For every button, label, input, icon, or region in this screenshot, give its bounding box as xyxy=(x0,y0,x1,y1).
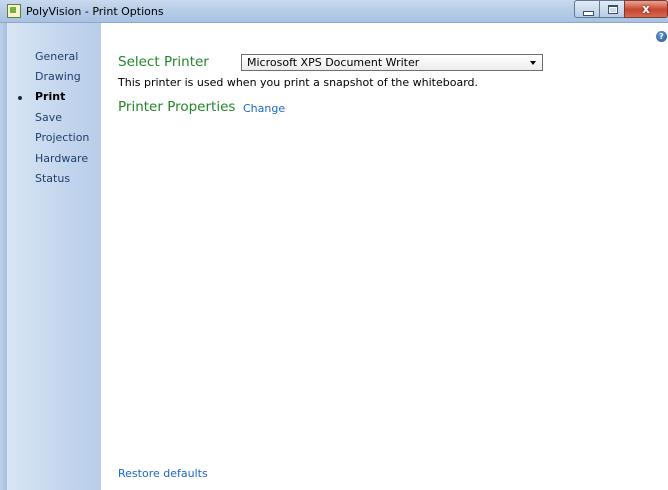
sidebar-item-print[interactable]: Print xyxy=(35,90,65,103)
maximize-button[interactable] xyxy=(599,0,625,18)
sidebar-item-projection[interactable]: Projection xyxy=(35,131,89,144)
window-frame-left xyxy=(0,23,7,490)
printer-description: This printer is used when you print a sn… xyxy=(118,76,479,89)
active-bullet-icon xyxy=(18,96,22,100)
select-printer-heading: Select Printer xyxy=(118,54,209,70)
minimize-button[interactable] xyxy=(574,0,600,18)
printer-select[interactable]: Microsoft XPS Document Writer xyxy=(241,54,543,71)
main-content: ? Select Printer Microsoft XPS Document … xyxy=(101,23,668,490)
sidebar-item-status[interactable]: Status xyxy=(35,172,70,185)
sidebar: General Drawing Print Save Projection Ha… xyxy=(7,23,101,490)
sidebar-item-save[interactable]: Save xyxy=(35,111,62,124)
dropdown-arrow-icon xyxy=(530,61,536,65)
help-icon[interactable]: ? xyxy=(656,31,667,42)
sidebar-item-drawing[interactable]: Drawing xyxy=(35,70,81,83)
printer-select-value: Microsoft XPS Document Writer xyxy=(247,56,420,69)
app-icon xyxy=(7,4,21,18)
sidebar-item-general[interactable]: General xyxy=(35,50,78,63)
close-icon: x xyxy=(642,2,650,16)
window-controls: x xyxy=(574,0,668,19)
title-bar: PolyVision - Print Options x xyxy=(0,0,668,23)
sidebar-item-hardware[interactable]: Hardware xyxy=(35,152,88,165)
window-title: PolyVision - Print Options xyxy=(26,5,164,18)
printer-properties-heading: Printer Properties xyxy=(118,99,236,115)
close-button[interactable]: x xyxy=(624,0,668,18)
change-link[interactable]: Change xyxy=(243,102,285,115)
restore-defaults-link[interactable]: Restore defaults xyxy=(118,467,208,480)
